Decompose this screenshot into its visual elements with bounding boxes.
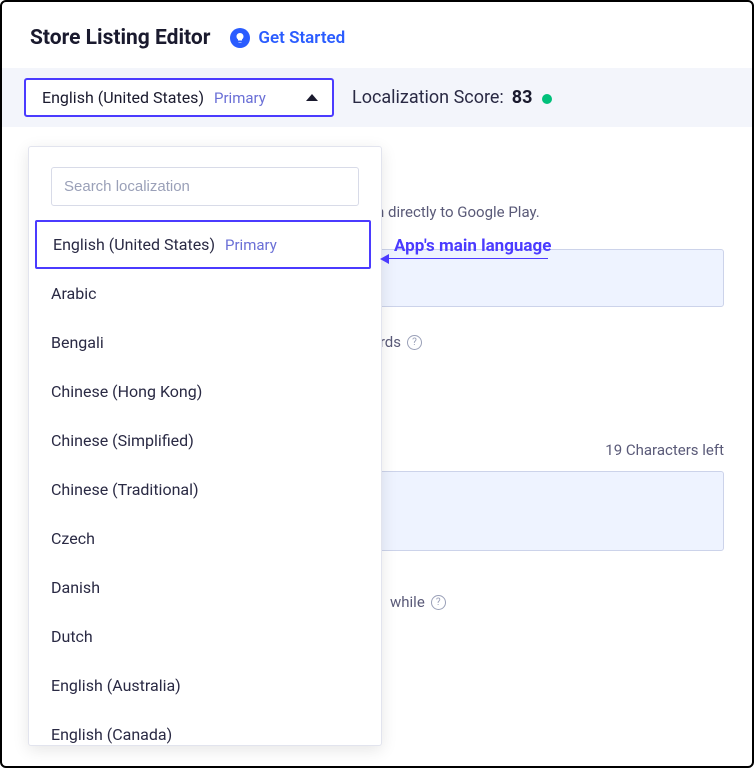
language-option-label: Chinese (Simplified)	[51, 431, 194, 450]
words-hint: words ?	[360, 333, 724, 351]
arrow-left-icon	[388, 258, 548, 259]
chevron-up-icon	[306, 94, 318, 101]
page-title: Store Listing Editor	[30, 26, 210, 50]
get-started-label: Get Started	[258, 28, 345, 48]
app-frame: Store Listing Editor Get Started English…	[0, 0, 754, 768]
language-selector[interactable]: English (United States) Primary	[24, 78, 334, 117]
language-option[interactable]: Bengali	[29, 318, 377, 367]
language-option-label: English (United States)	[53, 235, 215, 254]
search-input[interactable]	[51, 167, 359, 206]
language-option[interactable]: Arabic	[29, 269, 377, 318]
while-hint-label: while	[390, 593, 425, 611]
language-option[interactable]: Danish	[29, 563, 377, 612]
push-to-play-text: ush directly to Google Play.	[360, 203, 724, 221]
localization-score-label: Localization Score:	[352, 87, 504, 108]
language-option-label: Chinese (Hong Kong)	[51, 382, 202, 401]
help-icon[interactable]: ?	[431, 595, 446, 610]
language-option-label: Bengali	[51, 333, 104, 352]
language-dropdown: English (United States) Primary Arabic Beng…	[28, 146, 382, 746]
primary-tag: Primary	[214, 89, 266, 107]
language-list[interactable]: English (United States) Primary Arabic Beng…	[29, 220, 381, 745]
search-wrap	[29, 147, 381, 220]
language-option[interactable]: Czech	[29, 514, 377, 563]
localization-score-value: 83	[512, 87, 533, 108]
header: Store Listing Editor Get Started	[2, 2, 752, 68]
language-option-label: English (Canada)	[51, 725, 172, 744]
language-option-label: Arabic	[51, 284, 97, 303]
language-option[interactable]: Chinese (Traditional)	[29, 465, 377, 514]
localization-score: Localization Score: 83	[352, 87, 552, 108]
while-hint: while ?	[390, 593, 724, 611]
language-option[interactable]: English (Australia)	[29, 661, 377, 710]
language-option-label: English (Australia)	[51, 676, 181, 695]
language-option[interactable]: Dutch	[29, 612, 377, 661]
get-started-link[interactable]: Get Started	[230, 28, 345, 48]
language-selector-current: English (United States)	[42, 88, 204, 107]
language-option-label: Dutch	[51, 627, 93, 646]
help-icon[interactable]: ?	[407, 335, 422, 350]
language-option-label: Danish	[51, 578, 100, 597]
language-option[interactable]: English (Canada)	[29, 710, 377, 745]
lightbulb-icon	[230, 28, 250, 48]
primary-tag: Primary	[225, 236, 277, 254]
language-option-label: Chinese (Traditional)	[51, 480, 199, 499]
annotation-label: App's main language	[394, 236, 551, 256]
status-dot-icon	[542, 94, 552, 104]
language-option-label: Czech	[51, 529, 95, 548]
language-option[interactable]: Chinese (Hong Kong)	[29, 367, 377, 416]
language-bar: English (United States) Primary Localiza…	[2, 68, 752, 127]
annotation-callout: App's main language	[388, 236, 551, 259]
language-option[interactable]: English (United States) Primary	[35, 220, 371, 269]
language-option[interactable]: Chinese (Simplified)	[29, 416, 377, 465]
